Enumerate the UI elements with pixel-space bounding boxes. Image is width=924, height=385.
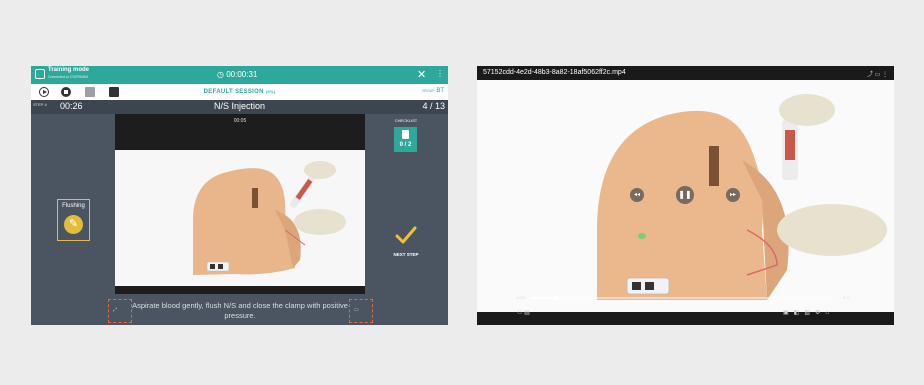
subtitles-icon: ▭ (354, 307, 359, 313)
mode-title: Training mode (48, 67, 90, 73)
mode-subtitle: Connected to CS2PSM00 (48, 75, 89, 79)
video-player-window: 57152cdd-4e2d-48b3-8a82-18af5062ff2c.mp4… (477, 66, 894, 325)
list-icon[interactable]: ▤ (524, 310, 530, 316)
next-step-label: NEXT STEP (393, 252, 419, 257)
user-icon[interactable]: ⚇ (517, 310, 522, 316)
session-timer: ◷ 00:00:31 (217, 70, 257, 79)
timer-value: 00:00:31 (226, 70, 258, 79)
pause-icon: ❚❚ (678, 190, 692, 199)
close-icon[interactable]: ✕ (417, 68, 426, 81)
time-duration: 0:11 (843, 295, 851, 300)
step-title: N/S Injection (213, 101, 266, 111)
cast-icon[interactable]: ⌂ (825, 310, 834, 316)
clock-icon: ◷ (217, 70, 224, 79)
kebab-menu-icon[interactable]: ⋮ (436, 69, 444, 78)
session-percent: (0%) (265, 89, 276, 94)
control-toolbar: DEFAULT SESSION (0%) GROUP BT (31, 84, 448, 100)
previous-caption-button[interactable]: ⤢ (108, 299, 132, 323)
tool-card-label: Flushing (62, 203, 85, 209)
session-title: DEFAULT SESSION (0%) (31, 89, 448, 95)
player-top-icons: ⤴ ▭ ⋮ (867, 69, 888, 78)
video-filename: 57152cdd-4e2d-48b3-8a82-18af5062ff2c.mp4 (483, 69, 626, 76)
video-frame (115, 150, 365, 286)
caption-toggle-button[interactable]: ▭ (349, 299, 373, 323)
settings-icon[interactable]: ⚙ (815, 310, 825, 316)
pip-icon[interactable]: ◧ (794, 310, 805, 316)
step-bar: STEP 4 00:26 N/S Injection 4 / 13 (31, 100, 448, 114)
app-header: Training mode Connected to CS2PSM00 ◷ 00… (31, 66, 448, 84)
checklist-count: 0 / 2 (399, 142, 412, 148)
checklist-label: CHECKLIST (394, 118, 418, 123)
expand-icon: ⤢ (113, 307, 118, 313)
video-time: 00:05 (233, 118, 247, 124)
training-mode-icon (35, 69, 45, 79)
group-value: BT (436, 88, 444, 94)
step-video[interactable]: 00:05 (115, 114, 365, 294)
syringe-icon: ✎ (64, 215, 83, 234)
rewind-button[interactable]: ◂◂ (630, 188, 644, 202)
manikin-image (115, 150, 365, 286)
rewind-icon: ◂◂ (633, 192, 641, 198)
checklist-button[interactable]: 0 / 2 (394, 127, 417, 152)
group-indicator: GROUP BT (422, 88, 444, 94)
training-app-window: Training mode Connected to CS2PSM00 ◷ 00… (31, 66, 448, 325)
player-bottom-left-icons: ⚇ ▤ (517, 309, 530, 316)
share-icon[interactable]: ⤴ (867, 72, 873, 78)
time-current: 0:00 (517, 295, 525, 300)
forward-button[interactable]: ▸▸ (726, 188, 740, 202)
pause-button[interactable]: ❚❚ (676, 186, 694, 204)
player-bottom-right-icons: ▣◧▥⚙⌂ (783, 309, 834, 316)
group-prefix: GROUP (421, 89, 435, 93)
checklist-icon (402, 130, 409, 139)
session-label: DEFAULT SESSION (203, 89, 264, 95)
step-caption: Aspirate blood gently, flush N/S and clo… (132, 301, 348, 320)
forward-icon: ▸▸ (729, 192, 737, 198)
step-count: 4 / 13 (422, 101, 445, 111)
fullscreen-icon[interactable]: ▣ (783, 310, 794, 316)
captions-icon[interactable]: ▭ (875, 72, 881, 78)
seek-bar[interactable] (532, 295, 835, 301)
kebab-menu-icon[interactable]: ⋮ (882, 72, 888, 78)
tool-card-flushing[interactable]: Flushing ✎ (57, 199, 90, 241)
hd-icon[interactable]: ▥ (804, 310, 815, 316)
checkmark-icon (395, 226, 417, 244)
